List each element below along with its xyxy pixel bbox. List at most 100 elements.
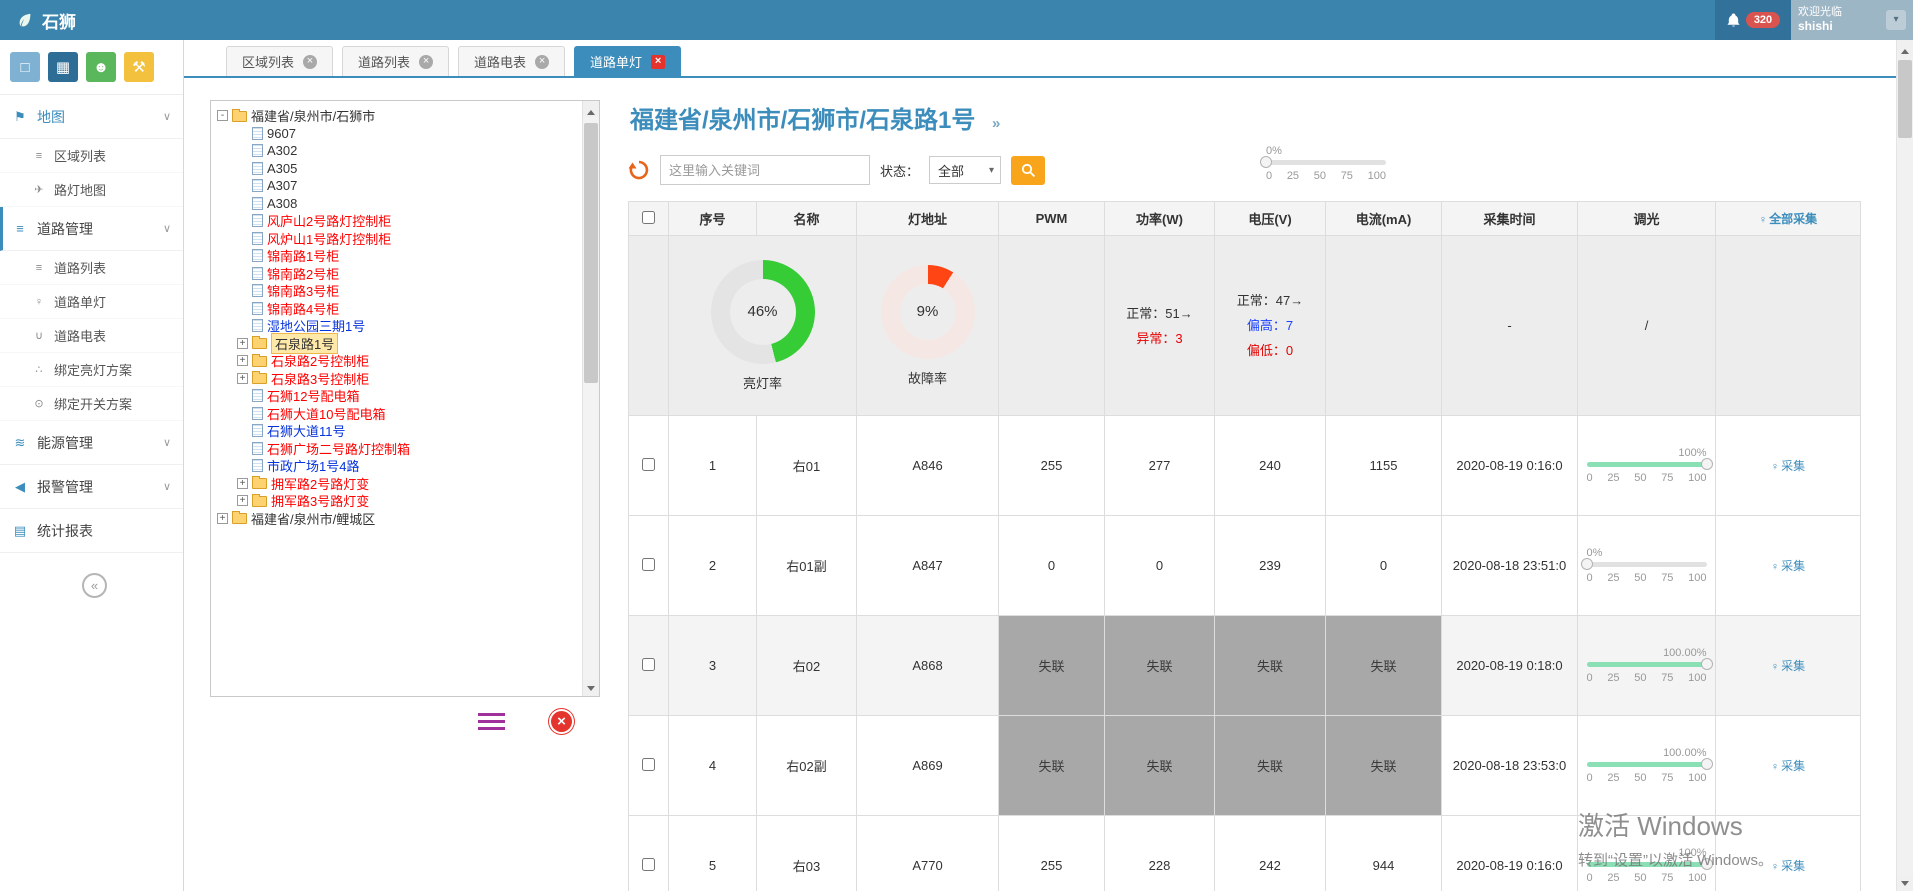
tree-node[interactable]: 锦南路2号柜	[217, 265, 579, 283]
tree-node[interactable]: 市政广场1号4路	[217, 457, 579, 475]
expand-icon[interactable]: +	[237, 373, 248, 384]
tree-node[interactable]: + 石泉路2号控制柜	[217, 352, 579, 370]
slider-knob[interactable]	[1701, 858, 1713, 870]
slider-track[interactable]	[1587, 662, 1707, 667]
sidebar-section-3[interactable]: ◀ 报警管理 ∨	[0, 465, 183, 509]
expand-icon[interactable]: +	[237, 495, 248, 506]
slider-track[interactable]	[1266, 160, 1386, 165]
sidebar-item-1-0[interactable]: ≡ 道路列表	[0, 251, 183, 285]
tree-node-label[interactable]: 石狮大道10号配电箱	[267, 404, 385, 423]
tree-node-label[interactable]: 石狮大道11号	[267, 421, 346, 440]
tab-2[interactable]: 道路电表 ×	[458, 46, 565, 76]
collect-link[interactable]: ♀采集	[1771, 759, 1805, 773]
tree-node[interactable]: 锦南路4号柜	[217, 300, 579, 318]
tree-close-button[interactable]: ×	[549, 709, 574, 734]
expand-icon[interactable]: +	[237, 355, 248, 366]
tree-node[interactable]: + 拥军路3号路灯变	[217, 492, 579, 510]
tree-node-label[interactable]: 锦南路1号柜	[267, 246, 339, 265]
close-icon[interactable]: ×	[651, 55, 665, 69]
slider-knob[interactable]	[1701, 758, 1713, 770]
slider-track[interactable]	[1587, 462, 1707, 467]
tree-node[interactable]: A305	[217, 160, 579, 178]
sidebar-section-4[interactable]: ▤ 统计报表	[0, 509, 183, 553]
slider-knob[interactable]	[1260, 156, 1272, 168]
collect-all-link[interactable]: ♀全部采集	[1759, 212, 1817, 226]
page-scrollbar[interactable]	[1896, 40, 1913, 891]
tree-node-label[interactable]: 福建省/泉州市/鲤城区	[251, 509, 375, 528]
slider-knob[interactable]	[1701, 458, 1713, 470]
scrollbar-thumb[interactable]	[584, 123, 598, 383]
close-icon[interactable]: ×	[535, 55, 549, 69]
sidebar-item-1-2[interactable]: ∪ 道路电表	[0, 319, 183, 353]
grid-button[interactable]: ▦	[48, 52, 78, 82]
scroll-down-button[interactable]	[1897, 875, 1913, 891]
tree-node-label[interactable]: 风庐山2号路灯控制柜	[267, 211, 391, 230]
tab-0[interactable]: 区域列表 ×	[226, 46, 333, 76]
tree-node-label[interactable]: A305	[267, 161, 297, 176]
tree-node[interactable]: + 石泉路3号控制柜	[217, 370, 579, 388]
tree-node[interactable]: + 拥军路2号路灯变	[217, 475, 579, 493]
tree-node-label[interactable]: 石泉路2号控制柜	[271, 351, 369, 370]
brand[interactable]: 石狮	[0, 0, 92, 40]
notifications-button[interactable]: 320	[1715, 0, 1791, 40]
sidebar-item-1-3[interactable]: ∴ 绑定亮灯方案	[0, 353, 183, 387]
tree-node-label[interactable]: 石泉路3号控制柜	[271, 369, 369, 388]
scroll-down-button[interactable]	[583, 680, 599, 696]
tree-node-label[interactable]: A308	[267, 196, 297, 211]
tree-node-label[interactable]: 锦南路4号柜	[267, 299, 339, 318]
tree-node[interactable]: A308	[217, 195, 579, 213]
collect-link[interactable]: ♀采集	[1771, 659, 1805, 673]
collect-link[interactable]: ♀采集	[1771, 559, 1805, 573]
search-input[interactable]	[660, 155, 870, 185]
tree-node-label[interactable]: 锦南路3号柜	[267, 281, 339, 300]
row-checkbox[interactable]	[642, 758, 655, 771]
tree-node-label[interactable]: 石狮12号配电箱	[267, 386, 359, 405]
tree-node-label[interactable]: 市政广场1号4路	[267, 456, 359, 475]
close-icon[interactable]: ×	[419, 55, 433, 69]
refresh-button[interactable]	[628, 159, 650, 181]
sidebar-section-1[interactable]: ≡ 道路管理 ∨	[0, 207, 183, 251]
user-button[interactable]: ☻	[86, 52, 116, 82]
chevron-down-icon[interactable]: ▾	[1886, 10, 1906, 30]
tree-node[interactable]: 风庐山2号路灯控制柜	[217, 212, 579, 230]
row-checkbox[interactable]	[642, 458, 655, 471]
slider-track[interactable]	[1587, 562, 1707, 567]
collect-link[interactable]: ♀采集	[1771, 859, 1805, 873]
tree-node[interactable]: - 福建省/泉州市/石狮市	[217, 107, 579, 125]
tree-node-label[interactable]: A302	[267, 143, 297, 158]
expand-icon[interactable]: +	[237, 338, 248, 349]
scroll-up-button[interactable]	[583, 101, 599, 117]
sidebar-section-2[interactable]: ≋ 能源管理 ∨	[0, 421, 183, 465]
row-checkbox[interactable]	[642, 658, 655, 671]
sidebar-item-0-1[interactable]: ✈ 路灯地图	[0, 173, 183, 207]
tree-node[interactable]: A307	[217, 177, 579, 195]
sidebar-item-1-4[interactable]: ⊙ 绑定开关方案	[0, 387, 183, 421]
tree-node[interactable]: + 福建省/泉州市/鲤城区	[217, 510, 579, 528]
sidebar-collapse-button[interactable]: «	[82, 573, 107, 598]
tree-node[interactable]: A302	[217, 142, 579, 160]
row-checkbox[interactable]	[642, 858, 655, 871]
tree-node-label[interactable]: A307	[267, 178, 297, 193]
collect-link[interactable]: ♀采集	[1771, 459, 1805, 473]
tree-node[interactable]: 9607	[217, 125, 579, 143]
select-all-checkbox[interactable]	[642, 211, 655, 224]
tree-node[interactable]: 风炉山1号路灯控制柜	[217, 230, 579, 248]
tree-node-label[interactable]: 9607	[267, 126, 296, 141]
tree-node[interactable]: 锦南路3号柜	[217, 282, 579, 300]
sidebar-section-0[interactable]: ⚑ 地图 ∨	[0, 95, 183, 139]
sidebar-item-1-1[interactable]: ♀ 道路单灯	[0, 285, 183, 319]
tree-node[interactable]: 石狮广场二号路灯控制箱	[217, 440, 579, 458]
sidebar-item-0-0[interactable]: ≡ 区域列表	[0, 139, 183, 173]
close-icon[interactable]: ×	[303, 55, 317, 69]
scroll-up-button[interactable]	[1897, 40, 1913, 56]
slider-knob[interactable]	[1701, 658, 1713, 670]
slider-knob[interactable]	[1581, 558, 1593, 570]
row-checkbox[interactable]	[642, 558, 655, 571]
tree-node-label[interactable]: 拥军路3号路灯变	[271, 491, 369, 510]
status-select[interactable]: 全部 ▾	[929, 156, 1001, 184]
tree-list-button[interactable]	[485, 713, 505, 730]
tree-node[interactable]: 石狮12号配电箱	[217, 387, 579, 405]
tree-node-label[interactable]: 风炉山1号路灯控制柜	[267, 229, 391, 248]
scrollbar-thumb[interactable]	[1898, 60, 1912, 138]
slider-track[interactable]	[1587, 862, 1707, 867]
